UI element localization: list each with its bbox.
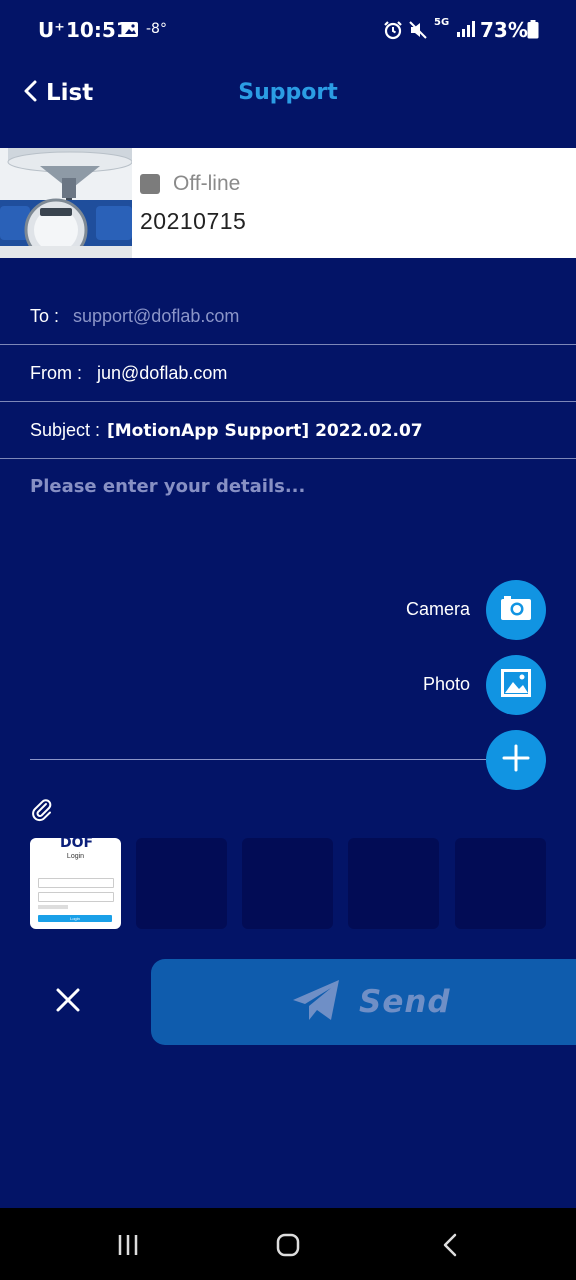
attachment-slot[interactable] [136,838,227,929]
device-image [0,148,132,258]
home-icon[interactable] [276,1233,300,1262]
from-row: From : jun@doflab.com [0,345,576,402]
close-icon [55,987,81,1018]
status-time: 10:51 [66,18,130,42]
thumb-login-button: Login [38,915,112,922]
add-attachment-button[interactable] [486,730,546,790]
thumb-input [38,878,114,888]
to-label: To : [30,306,60,326]
paper-plane-icon [291,978,341,1027]
to-row: To : support@doflab.com [0,288,576,345]
battery-icon [527,20,539,44]
attachment-thumbnail[interactable]: DOF Login Login [30,838,121,929]
thumb-title: Login [66,853,85,860]
photo-button[interactable] [486,655,546,715]
send-label: Send [359,984,451,1020]
camera-label: Camera [405,599,470,619]
mute-icon [408,20,428,45]
image-icon [501,668,531,702]
status-bar: U⁺ 10:51 -8° 5G 73% [0,0,576,60]
thumb-logo: DOF [60,838,94,851]
device-status: Off-line [173,172,241,195]
from-label: From : [30,363,82,383]
device-id: 20210715 [140,208,247,234]
network-type: 5G [434,17,450,28]
subject-label: Subject : [30,420,101,440]
temperature-label: -8° [146,21,167,37]
from-value: jun@doflab.com [97,363,228,383]
gallery-notification-icon [122,21,139,43]
attachment-slot[interactable] [348,838,439,929]
carrier-label: U⁺ [38,18,65,42]
divider [30,759,500,760]
battery-percent: 73% [480,18,528,42]
signal-icon [456,20,476,43]
page-title: Support [238,80,338,105]
subject-value[interactable]: [MotionApp Support] 2022.02.07 [107,421,423,441]
plus-icon [502,744,530,777]
system-navigation-bar [0,1208,576,1280]
back-nav-icon[interactable] [440,1233,460,1262]
alarm-icon [383,20,403,45]
photo-label: Photo [422,674,470,694]
thumb-input [38,892,114,902]
to-value: support@doflab.com [73,306,240,326]
attachment-slot[interactable] [455,838,546,929]
status-indicator [140,174,160,194]
paperclip-icon [30,798,54,827]
thumb-checkbox [38,905,68,909]
details-textarea[interactable]: Please enter your details... [30,476,550,566]
attachment-slot[interactable] [242,838,333,929]
recent-apps-icon[interactable] [116,1233,140,1262]
subject-row[interactable]: Subject : [MotionApp Support] 2022.02.07 [0,402,576,459]
send-button[interactable]: Send [151,959,576,1045]
camera-icon [500,595,532,626]
camera-button[interactable] [486,580,546,640]
device-card[interactable]: Off-line 20210715 [0,148,576,258]
cancel-button[interactable] [50,984,86,1020]
